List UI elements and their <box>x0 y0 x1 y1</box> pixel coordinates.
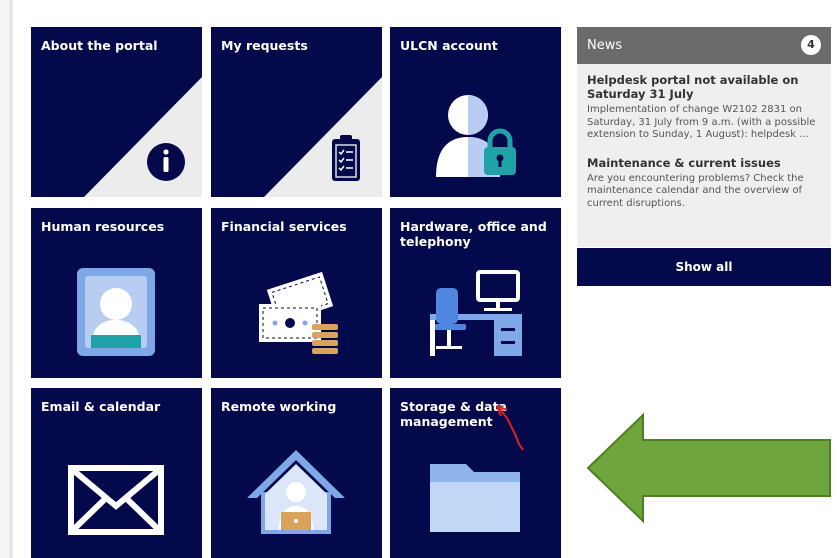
tile-email-calendar[interactable]: Email & calendar <box>31 388 202 558</box>
tile-title: Hardware, office and telephony <box>400 219 547 249</box>
news-item[interactable]: Helpdesk portal not available on Saturda… <box>577 64 831 142</box>
news-header: News 4 <box>577 27 831 64</box>
tile-storage-data-management[interactable]: Storage & data management <box>390 388 561 558</box>
tile-ulcn-account[interactable]: ULCN account <box>390 27 561 197</box>
tile-title: My requests <box>221 38 308 53</box>
news-heading: News <box>587 38 623 53</box>
news-item[interactable]: Maintenance & current issues Are you enc… <box>577 142 831 211</box>
green-annotation-arrow-icon <box>586 412 831 524</box>
news-count-badge: 4 <box>801 35 821 55</box>
left-scroll-rail <box>0 0 13 558</box>
tile-title: ULCN account <box>400 38 498 53</box>
tile-my-requests[interactable]: My requests <box>211 27 382 197</box>
red-annotation-arrow-icon <box>496 405 524 451</box>
tile-remote-working[interactable]: Remote working <box>211 388 382 558</box>
tile-title: Financial services <box>221 219 347 234</box>
news-panel: News 4 Helpdesk portal not available on … <box>577 27 831 247</box>
news-item-body: Implementation of change W2102 2831 on S… <box>587 104 816 140</box>
tile-title: Human resources <box>41 219 165 234</box>
news-item-body: Are you encountering problems? Check the… <box>587 172 804 209</box>
news-item-title[interactable]: Maintenance & current issues <box>587 156 821 170</box>
tile-financial-services[interactable]: Financial services <box>211 208 382 378</box>
news-item-title[interactable]: Helpdesk portal not available on Saturda… <box>587 73 821 101</box>
tile-title: Email & calendar <box>41 399 161 414</box>
tile-hardware-office-telephony[interactable]: Hardware, office and telephony <box>390 208 561 378</box>
tile-about-the-portal[interactable]: About the portal <box>31 27 202 197</box>
show-all-news-button[interactable]: Show all <box>577 248 831 286</box>
tile-title: Remote working <box>221 399 337 414</box>
tile-title: About the portal <box>41 38 158 53</box>
tile-human-resources[interactable]: Human resources <box>31 208 202 378</box>
